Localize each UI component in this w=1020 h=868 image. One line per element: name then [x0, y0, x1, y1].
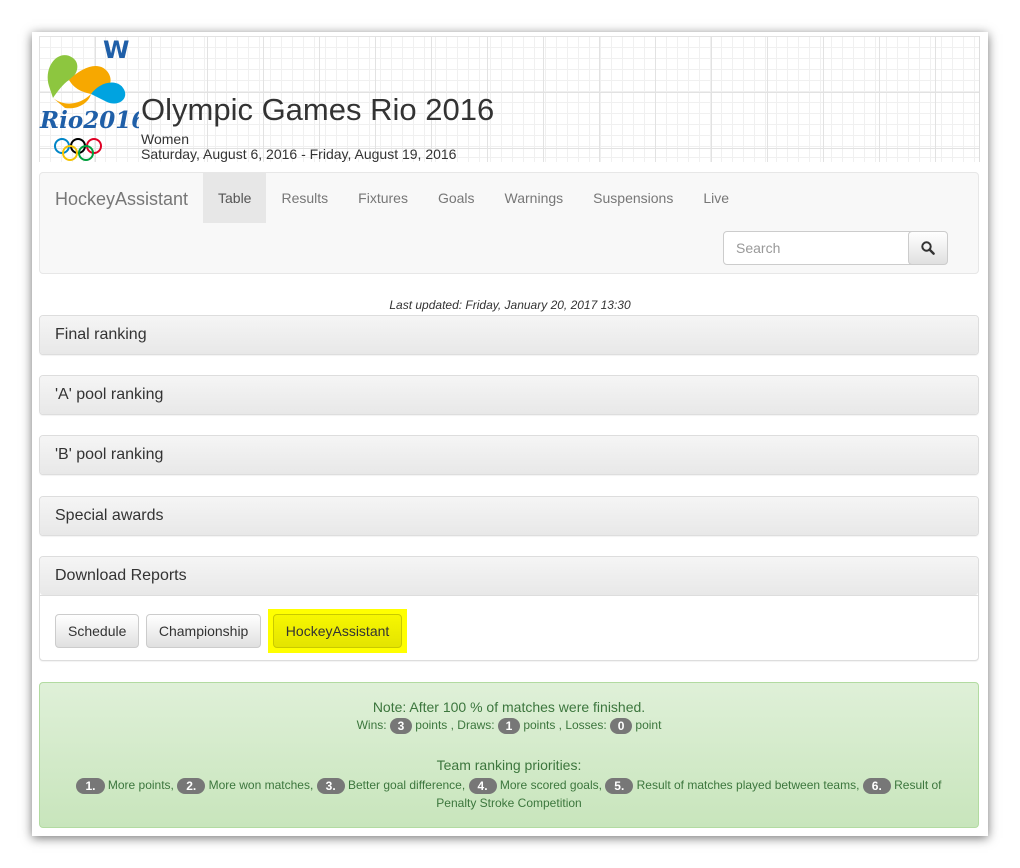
priority-badge: 3.	[316, 777, 345, 794]
event-dates: Saturday, August 6, 2016 - Friday, Augus…	[141, 146, 457, 162]
tab-live[interactable]: Live	[688, 173, 744, 223]
page-title: Olympic Games Rio 2016	[141, 92, 495, 127]
last-updated: Last updated: Friday, January 20, 2017 1…	[389, 298, 631, 312]
priority-text: Better goal difference,	[348, 778, 466, 792]
schedule-button[interactable]: Schedule	[55, 614, 140, 649]
svg-text:Rio2016: Rio2016	[39, 107, 139, 134]
navbar: HockeyAssistant Table Results Fixtures G…	[39, 172, 979, 274]
tab-table[interactable]: Table	[203, 173, 267, 223]
tab-goals[interactable]: Goals	[423, 173, 490, 223]
panel-heading-pool-a[interactable]: 'A' pool ranking	[40, 376, 978, 414]
priority-text: More scored goals,	[499, 778, 602, 792]
point-label: point	[635, 718, 662, 733]
panel-download-reports: Download Reports Schedule Championship H…	[39, 556, 979, 661]
panel-heading-download-reports[interactable]: Download Reports	[40, 557, 978, 595]
losses-label: points , Losses:	[523, 718, 607, 733]
priority-text: Result of matches played between teams,	[636, 778, 860, 792]
wins-label: Wins:	[356, 718, 387, 733]
panel-final-ranking: Final ranking	[39, 315, 979, 355]
search-icon	[921, 241, 935, 255]
page-frame: W Rio2016 Olympic Games Rio 2016 Women S…	[32, 32, 988, 836]
priority-text: More points,	[107, 778, 174, 792]
panel-heading-special-awards[interactable]: Special awards	[40, 497, 978, 535]
rio2016-logo: W Rio2016	[39, 36, 139, 161]
priority-badge: 1.	[76, 777, 105, 794]
draws-label: points , Draws:	[415, 718, 495, 733]
priority-badge: 6.	[862, 777, 891, 794]
event-subtitle: Women Saturday, August 6, 2016 - Friday,…	[141, 132, 456, 162]
navbar-brand[interactable]: HockeyAssistant	[55, 189, 188, 210]
panel-heading-pool-b[interactable]: 'B' pool ranking	[40, 436, 978, 474]
panel-pool-b-ranking: 'B' pool ranking	[39, 435, 979, 475]
priority-text: More won matches,	[208, 778, 314, 792]
tab-warnings[interactable]: Warnings	[490, 173, 579, 223]
priority-badge: 2.	[177, 777, 206, 794]
tab-suspensions[interactable]: Suspensions	[578, 173, 688, 223]
losses-badge: 0	[610, 718, 633, 734]
priorities-title: Team ranking priorities:	[436, 757, 582, 773]
reports-body: Schedule Championship HockeyAssistant	[40, 595, 978, 660]
wins-badge: 3	[389, 718, 412, 734]
page-header: W Rio2016 Olympic Games Rio 2016 Women S…	[39, 36, 980, 162]
panel-special-awards: Special awards	[39, 496, 979, 536]
priorities-list: 1. More points, 2. More won matches, 3. …	[60, 776, 958, 812]
draws-badge: 1	[497, 718, 520, 734]
ranking-note: Note: After 100 % of matches were finish…	[39, 682, 979, 828]
highlight-box: HockeyAssistant	[267, 609, 408, 653]
championship-button[interactable]: Championship	[145, 614, 262, 649]
panel-heading-final-ranking[interactable]: Final ranking	[40, 316, 978, 354]
priority-badge: 5.	[605, 777, 634, 794]
hockeyassistant-report-button[interactable]: HockeyAssistant	[272, 614, 403, 648]
search-button[interactable]	[908, 231, 948, 265]
note-points: Wins: 3 points , Draws: 1 points , Losse…	[40, 718, 978, 734]
nav-tabs: Table Results Fixtures Goals Warnings Su…	[203, 173, 744, 223]
priority-badge: 4.	[468, 777, 497, 794]
note-progress: Note: After 100 % of matches were finish…	[372, 699, 646, 715]
search-input[interactable]	[723, 231, 917, 265]
tab-results[interactable]: Results	[266, 173, 343, 223]
svg-text:W: W	[103, 36, 129, 64]
tab-fixtures[interactable]: Fixtures	[343, 173, 423, 223]
event-category: Women	[141, 131, 189, 147]
panel-pool-a-ranking: 'A' pool ranking	[39, 375, 979, 415]
